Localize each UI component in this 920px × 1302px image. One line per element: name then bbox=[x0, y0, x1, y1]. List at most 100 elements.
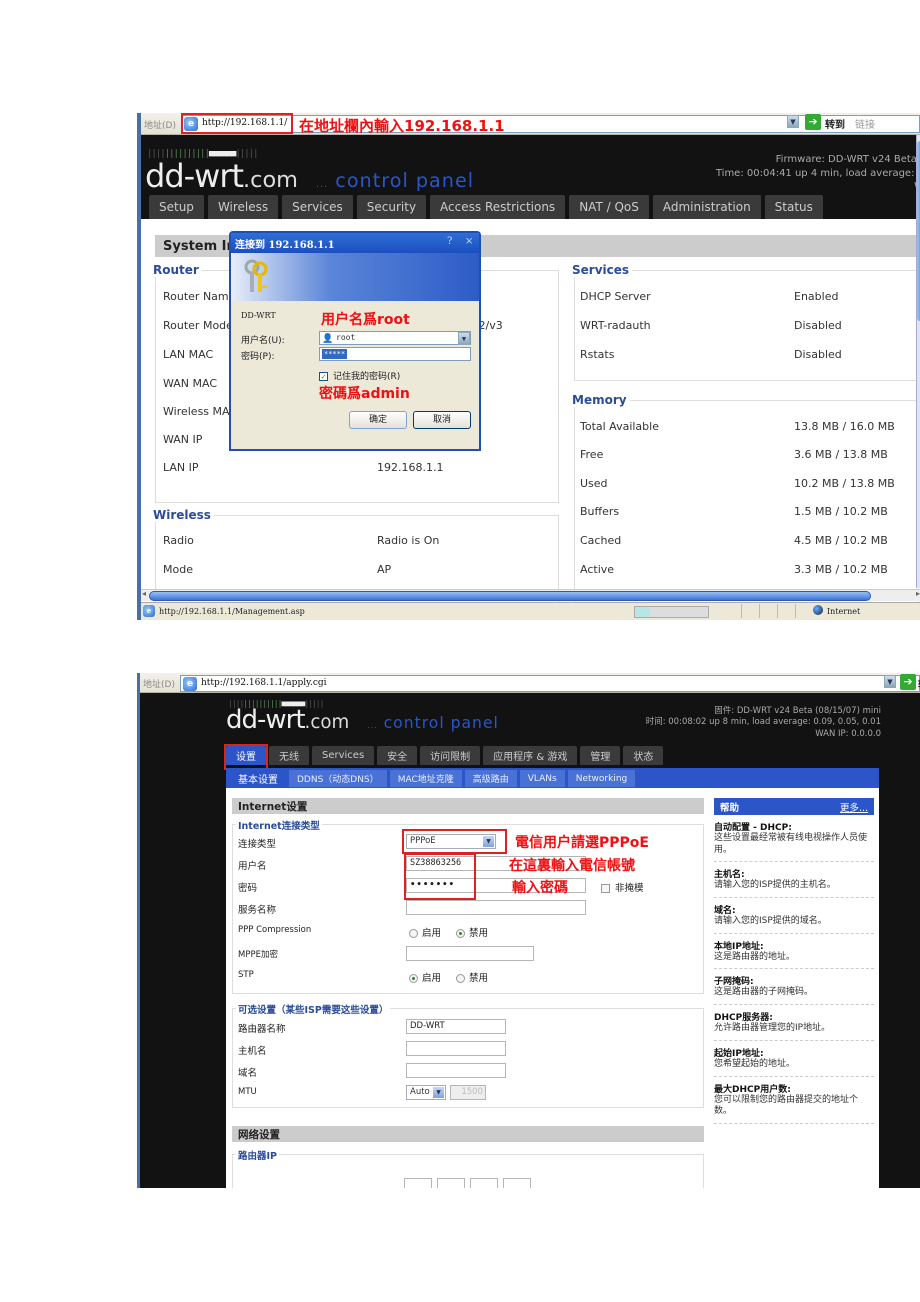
mtu-mode-select[interactable]: Auto ▼ bbox=[406, 1085, 446, 1100]
tab-access-restrictions[interactable]: 访问限制 bbox=[420, 746, 481, 765]
mppe-input[interactable] bbox=[406, 946, 534, 961]
router-row-label: Router Model bbox=[163, 319, 236, 332]
address-dropdown-icon[interactable]: ▼ bbox=[884, 675, 896, 688]
password-input[interactable]: ***** bbox=[319, 347, 471, 361]
services-row-value: Disabled bbox=[794, 319, 842, 332]
go-button[interactable]: 转到 bbox=[825, 116, 845, 131]
stp-enable[interactable]: 启用 bbox=[409, 970, 441, 984]
memory-row-value: 4.5 MB / 10.2 MB bbox=[794, 534, 888, 547]
tab-setup[interactable]: Setup bbox=[149, 195, 204, 219]
tab-administration[interactable]: Administration bbox=[652, 195, 761, 219]
logo-main: dd-wrt bbox=[226, 705, 306, 735]
stp-label: STP bbox=[238, 970, 254, 980]
remember-label: 记住我的密码(R) bbox=[333, 372, 401, 382]
status-url: http://192.168.1.1/Management.asp bbox=[159, 607, 305, 616]
ip-octet-4[interactable] bbox=[503, 1178, 531, 1188]
subtab-advanced-routing[interactable]: 高级路由 bbox=[464, 770, 517, 787]
ppp-compression-enable[interactable]: 启用 bbox=[409, 925, 441, 939]
ip-octet-3[interactable] bbox=[470, 1178, 498, 1188]
annotation-url: 在地址欄內輸入192.168.1.1 bbox=[299, 117, 505, 135]
vertical-scrollbar[interactable] bbox=[916, 135, 920, 588]
router-ip-fieldset bbox=[232, 1154, 704, 1188]
router-row-label: WAN IP bbox=[163, 433, 203, 446]
help-header: 帮助 更多... bbox=[714, 798, 874, 815]
user-icon: 👤 bbox=[322, 334, 334, 344]
scroll-left-icon[interactable]: ◂ bbox=[142, 589, 146, 598]
firmware-info: Firmware: DD-WRT v24 Beta ( Time: 00:04:… bbox=[716, 153, 920, 194]
subtab-vlans[interactable]: VLANs bbox=[519, 770, 565, 787]
services-row-label: DHCP Server bbox=[580, 290, 651, 303]
address-url: http://192.168.1.1/apply.cgi bbox=[201, 678, 327, 688]
address-dropdown-icon[interactable]: ▼ bbox=[787, 115, 799, 128]
radio-selected-icon[interactable] bbox=[409, 974, 418, 983]
ie-page-icon: e bbox=[183, 677, 197, 691]
wireless-row-label: Radio bbox=[163, 534, 194, 547]
screenshot-login: 地址(D) e http://192.168.1.1/ ▼ ➔ 转到 链接 在地… bbox=[137, 113, 920, 620]
ip-octet-1[interactable] bbox=[404, 1178, 432, 1188]
ok-button[interactable]: 确定 bbox=[349, 411, 407, 429]
unmask-checkbox[interactable]: 非掩模 bbox=[601, 880, 644, 894]
help-more-link[interactable]: 更多... bbox=[840, 800, 868, 814]
close-icon[interactable]: × bbox=[465, 236, 473, 247]
domain-input[interactable] bbox=[406, 1063, 506, 1078]
router-row-label: WAN MAC bbox=[163, 377, 218, 390]
horizontal-scroll-thumb[interactable] bbox=[149, 591, 871, 601]
hostname-input[interactable] bbox=[406, 1041, 506, 1056]
tab-services[interactable]: Services bbox=[282, 195, 353, 219]
radio-icon[interactable] bbox=[456, 974, 465, 983]
subtab-networking[interactable]: Networking bbox=[567, 770, 636, 787]
username-dropdown-icon[interactable]: ▼ bbox=[458, 332, 470, 345]
wireless-row-value: Radio is On bbox=[377, 534, 440, 547]
tab-security[interactable]: 安全 bbox=[377, 746, 418, 765]
router-name-input[interactable]: DD-WRT bbox=[406, 1019, 506, 1034]
zone-label: Internet bbox=[827, 607, 861, 616]
tab-services[interactable]: Services bbox=[312, 746, 375, 765]
help-item: 自动配置 - DHCP: 这些设置最经常被有线电视操作人员使用。 bbox=[714, 815, 874, 863]
tab-wireless[interactable]: Wireless bbox=[207, 195, 279, 219]
tab-applications-gaming[interactable]: 应用程序 & 游戏 bbox=[483, 746, 578, 765]
go-arrow-icon[interactable]: ➔ bbox=[805, 114, 821, 130]
help-panel: 帮助 更多... 自动配置 - DHCP: 这些设置最经常被有线电视操作人员使用。… bbox=[714, 798, 874, 1124]
username-value: root bbox=[336, 333, 356, 342]
service-name-input[interactable] bbox=[406, 900, 586, 915]
tab-access-restrictions[interactable]: Access Restrictions bbox=[430, 195, 566, 219]
help-icon[interactable]: ? bbox=[447, 236, 452, 247]
remember-check-icon[interactable]: ✓ bbox=[319, 372, 328, 381]
ppp-compression-disable[interactable]: 禁用 bbox=[456, 925, 488, 939]
subtab-ddns[interactable]: DDNS（动态DNS） bbox=[289, 770, 387, 787]
subtab-mac-clone[interactable]: MAC地址克隆 bbox=[389, 770, 462, 787]
radio-selected-icon[interactable] bbox=[456, 929, 465, 938]
pppoe-highlight-box bbox=[402, 829, 507, 854]
remember-checkbox[interactable]: ✓ 记住我的密码(R) bbox=[319, 369, 400, 382]
subtab-basic-setup[interactable]: 基本设置 bbox=[230, 770, 286, 787]
tab-status[interactable]: 状态 bbox=[623, 746, 664, 765]
go-arrow-icon[interactable]: ➔ bbox=[900, 674, 916, 690]
memory-row-value: 3.6 MB / 13.8 MB bbox=[794, 448, 888, 461]
help-item: 主机名: 请输入您的ISP提供的主机名。 bbox=[714, 862, 874, 899]
address-label: 地址(D) bbox=[143, 680, 175, 690]
horizontal-scrollbar[interactable]: ◂ ▸ bbox=[141, 589, 920, 601]
internet-zone-icon bbox=[813, 605, 823, 615]
memory-row-value: 10.2 MB / 13.8 MB bbox=[794, 477, 895, 490]
tab-administration[interactable]: 管理 bbox=[580, 746, 621, 765]
router-header: ||||||||||||||■■■■■■||||| dd-wrt.com... … bbox=[141, 135, 920, 219]
cancel-button[interactable]: 取消 bbox=[413, 411, 471, 429]
tab-status[interactable]: Status bbox=[764, 195, 823, 219]
connection-type-label: 连接类型 bbox=[238, 839, 277, 850]
radio-icon[interactable] bbox=[409, 929, 418, 938]
links-label[interactable]: 链接 bbox=[855, 116, 875, 131]
unmask-check-icon[interactable] bbox=[601, 884, 610, 893]
tab-security[interactable]: Security bbox=[356, 195, 427, 219]
scroll-right-icon[interactable]: ▸ bbox=[916, 589, 920, 598]
services-row-label: WRT-radauth bbox=[580, 319, 651, 332]
address-input[interactable]: e http://192.168.1.1/apply.cgi bbox=[180, 675, 920, 692]
memory-row-label: Cached bbox=[580, 534, 622, 547]
tab-nat-qos[interactable]: NAT / QoS bbox=[569, 195, 649, 219]
username-combobox[interactable]: 👤 root ▼ bbox=[319, 331, 471, 345]
memory-row-label: Active bbox=[580, 563, 615, 576]
tab-wireless[interactable]: 无线 bbox=[269, 746, 309, 765]
ip-octet-2[interactable] bbox=[437, 1178, 465, 1188]
router-ip-legend: 路由器IP bbox=[236, 1148, 279, 1162]
logo-tagline: control panel bbox=[383, 714, 499, 732]
stp-disable[interactable]: 禁用 bbox=[456, 970, 488, 984]
